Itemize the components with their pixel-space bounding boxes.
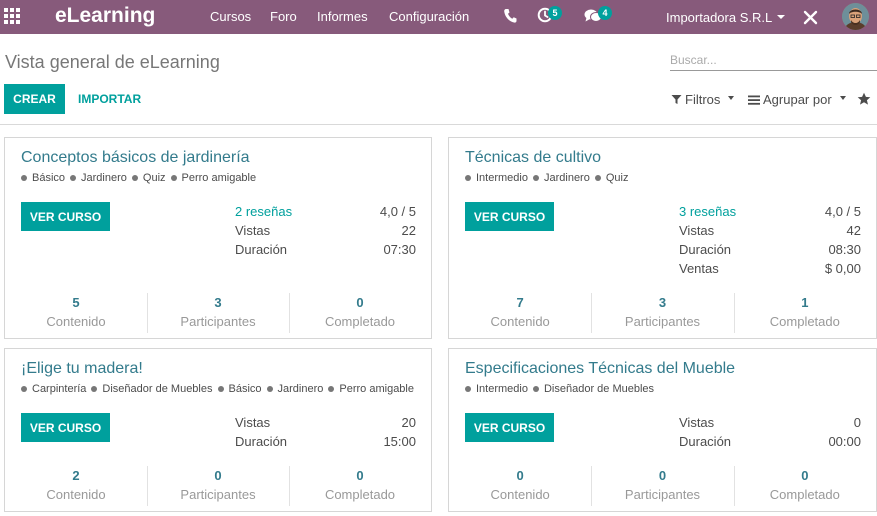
tag: Básico [217, 383, 262, 395]
chevron-down-icon[interactable] [777, 15, 785, 19]
course-tags: Intermedio Jardinero Quiz [465, 172, 633, 184]
tag: Intermedio [465, 383, 528, 395]
duration-value: 15:00 [383, 434, 416, 449]
participants-counter[interactable]: 0 Participantes [147, 466, 289, 506]
reviews-link[interactable]: 2 reseñas [235, 204, 292, 219]
tag: Quiz [594, 172, 628, 184]
group-by-label: Agrupar por [763, 92, 832, 107]
control-panel-divider [0, 124, 877, 125]
filters-label: Filtros [685, 92, 721, 107]
view-course-button[interactable]: VER CURSO [465, 413, 554, 442]
messages-count-badge: 4 [598, 6, 612, 20]
sales-label: Ventas [679, 261, 719, 276]
content-counter[interactable]: 2 Contenido [5, 468, 147, 506]
course-tags: Básico Jardinero Quiz Perro amigable [21, 172, 261, 184]
duration-label: Duración [679, 434, 732, 449]
chevron-down-icon [728, 95, 735, 100]
search-input[interactable] [670, 49, 877, 71]
views-label: Vistas [235, 415, 271, 430]
import-button[interactable]: IMPORTAR [72, 84, 147, 114]
course-counters: 7 Contenido 3 Participantes 1 Completado [449, 293, 876, 333]
duration-label: Duración [679, 242, 732, 257]
app-brand[interactable]: eLearning [55, 4, 155, 28]
course-counters: 0 Contenido 0 Participantes 0 Completado [449, 466, 876, 506]
tag: Jardinero [70, 172, 127, 184]
apps-grid-icon[interactable] [4, 8, 21, 25]
completed-counter[interactable]: 0 Completado [289, 293, 431, 333]
completed-counter[interactable]: 1 Completado [733, 293, 876, 333]
favorites-star-icon[interactable] [857, 92, 871, 106]
tag: Jardinero [266, 383, 323, 395]
top-navbar: eLearning Cursos Foro Informes Configura… [0, 0, 877, 34]
view-course-button[interactable]: VER CURSO [21, 202, 110, 231]
view-course-button[interactable]: VER CURSO [21, 413, 110, 442]
course-card[interactable]: Técnicas de cultivo Intermedio Jardinero… [448, 137, 877, 339]
chevron-down-icon [839, 95, 846, 100]
views-value: 42 [846, 223, 861, 238]
course-counters: 2 Contenido 0 Participantes 0 Completado [5, 466, 431, 506]
company-switcher[interactable]: Importadora S.R.L [666, 10, 772, 25]
menu-item-foro[interactable]: Foro [270, 9, 297, 24]
duration-value: 08:30 [828, 242, 861, 257]
participants-counter[interactable]: 3 Participantes [147, 293, 289, 333]
menu-item-informes[interactable]: Informes [317, 9, 368, 24]
course-tags: Carpintería Diseñador de Muebles Básico … [21, 383, 419, 395]
menu-item-configuracion[interactable]: Configuración [389, 9, 469, 24]
duration-value: 07:30 [383, 242, 416, 257]
tag: Diseñador de Muebles [91, 383, 213, 395]
duration-label: Duración [235, 242, 288, 257]
views-value: 22 [401, 223, 416, 238]
tag: Perro amigable [170, 172, 256, 184]
rating-value: 4,0 / 5 [379, 204, 416, 219]
tag: Básico [21, 172, 65, 184]
completed-counter[interactable]: 0 Completado [289, 466, 431, 506]
list-bars-icon [748, 95, 760, 105]
course-title[interactable]: Especificaciones Técnicas del Mueble [465, 360, 735, 378]
content-counter[interactable]: 0 Contenido [449, 468, 591, 506]
views-value: 20 [401, 415, 416, 430]
tag: Jardinero [532, 172, 590, 184]
course-counters: 5 Contenido 3 Participantes 0 Completado [5, 293, 431, 333]
menu-item-cursos[interactable]: Cursos [210, 9, 251, 24]
page-title: Vista general de eLearning [5, 52, 220, 72]
view-course-button[interactable]: VER CURSO [465, 202, 554, 231]
course-card[interactable]: Conceptos básicos de jardinería Básico J… [4, 137, 432, 339]
views-value: 0 [853, 415, 861, 430]
user-avatar[interactable] [842, 3, 869, 30]
views-label: Vistas [679, 415, 715, 430]
content-counter[interactable]: 5 Contenido [5, 295, 147, 333]
views-label: Vistas [235, 223, 271, 238]
duration-value: 00:00 [828, 434, 861, 449]
course-title[interactable]: ¡Elige tu madera! [21, 360, 143, 378]
content-counter[interactable]: 7 Contenido [449, 295, 591, 333]
course-card[interactable]: ¡Elige tu madera! Carpintería Diseñador … [4, 348, 432, 512]
reviews-link[interactable]: 3 reseñas [679, 204, 736, 219]
filter-funnel-icon [671, 95, 682, 104]
rating-value: 4,0 / 5 [824, 204, 861, 219]
views-label: Vistas [679, 223, 715, 238]
participants-counter[interactable]: 0 Participantes [591, 466, 733, 506]
course-title[interactable]: Técnicas de cultivo [465, 149, 601, 167]
tag: Perro amigable [328, 383, 414, 395]
tag: Diseñador de Muebles [532, 383, 654, 395]
tag: Carpintería [21, 383, 86, 395]
duration-label: Duración [235, 434, 288, 449]
create-button[interactable]: CREAR [4, 84, 65, 114]
tag: Quiz [131, 172, 166, 184]
course-title[interactable]: Conceptos básicos de jardinería [21, 149, 250, 167]
phone-icon[interactable] [503, 8, 517, 24]
tag: Intermedio [465, 172, 528, 184]
sales-value: $ 0,00 [824, 261, 861, 276]
participants-counter[interactable]: 3 Participantes [591, 293, 733, 333]
course-tags: Intermedio Diseñador de Muebles [465, 383, 659, 395]
completed-counter[interactable]: 0 Completado [733, 466, 876, 506]
filters-button[interactable]: Filtros [671, 92, 735, 107]
course-card[interactable]: Especificaciones Técnicas del Mueble Int… [448, 348, 877, 512]
close-x-icon[interactable] [803, 10, 818, 25]
group-by-button[interactable]: Agrupar por [748, 92, 846, 107]
activity-count-badge: 5 [548, 6, 562, 20]
